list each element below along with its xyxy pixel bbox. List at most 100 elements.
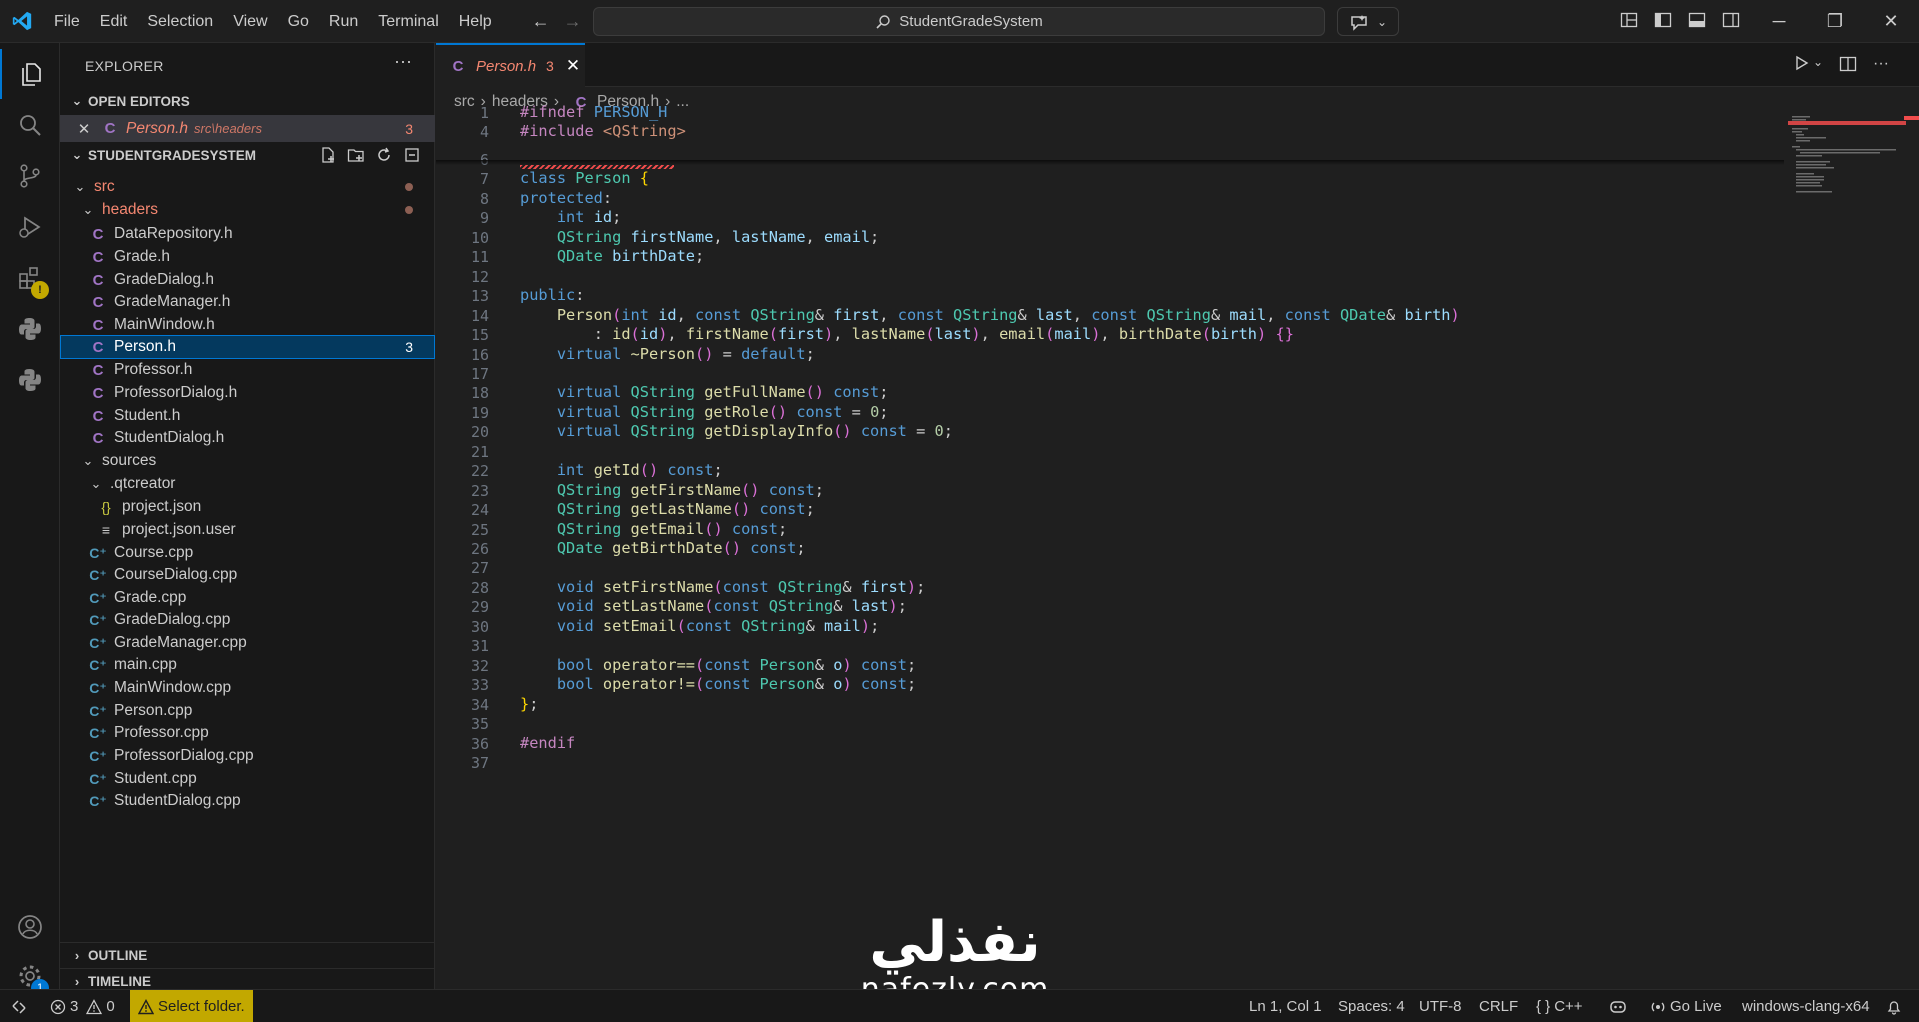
go-live-button[interactable]: Go Live <box>1650 990 1722 1022</box>
python-icon-2[interactable] <box>0 355 60 405</box>
file-item[interactable]: C⁺ StudentDialog.cpp <box>60 789 435 813</box>
back-arrow-icon[interactable]: ← <box>532 11 550 32</box>
open-editors-header[interactable]: ⌄ OPEN EDITORS <box>60 89 435 113</box>
split-editor-icon[interactable] <box>1839 55 1857 78</box>
file-item[interactable]: C⁺ main.cpp <box>60 653 435 677</box>
run-icon[interactable] <box>1793 55 1809 78</box>
file-item[interactable]: C⁺ CourseDialog.cpp <box>60 563 435 587</box>
toggle-primary-sidebar-icon[interactable] <box>1652 9 1674 31</box>
file-item[interactable]: {} project.json <box>60 495 435 519</box>
restore-icon[interactable]: ❐ <box>1807 0 1863 43</box>
code-line[interactable]: virtual QString getRole() const = 0; <box>520 403 889 421</box>
folder-src[interactable]: ⌄ src <box>60 175 435 199</box>
open-editor-item[interactable]: ✕ C Person.h src\headers 3 <box>60 115 435 142</box>
menu-terminal[interactable]: Terminal <box>368 0 448 43</box>
menu-file[interactable]: File <box>44 0 90 43</box>
code-line[interactable]: QString getFirstName() const; <box>520 481 824 499</box>
menu-edit[interactable]: Edit <box>90 0 138 43</box>
code-line[interactable]: void setFirstName(const QString& first); <box>520 578 925 596</box>
code-line[interactable]: void setEmail(const QString& mail); <box>520 617 879 635</box>
cursor-position[interactable]: Ln 1, Col 1 <box>1249 990 1322 1022</box>
file-item[interactable]: C ProfessorDialog.h <box>60 381 435 405</box>
extensions-icon[interactable]: ! <box>0 253 60 303</box>
run-debug-icon[interactable] <box>0 202 60 252</box>
accounts-icon[interactable] <box>0 902 60 952</box>
cmake-config[interactable]: windows-clang-x64 <box>1742 990 1870 1022</box>
file-item[interactable]: C Professor.h <box>60 358 435 382</box>
workspace-header[interactable]: ⌄ STUDENTGRADESYSTEM <box>60 143 435 167</box>
toggle-panel-icon[interactable] <box>1686 9 1708 31</box>
code-line[interactable]: virtual QString getDisplayInfo() const =… <box>520 422 953 440</box>
more-actions-icon[interactable]: ··· <box>1873 55 1889 78</box>
code-line[interactable]: bool operator==(const Person& o) const; <box>520 656 916 674</box>
file-item[interactable]: C GradeDialog.h <box>60 268 435 292</box>
minimize-icon[interactable]: ─ <box>1751 0 1807 43</box>
code-line[interactable]: protected: <box>520 189 612 207</box>
file-item[interactable]: C Grade.h <box>60 245 435 269</box>
folder-headers[interactable]: ⌄ headers <box>60 198 435 222</box>
code-line[interactable]: public: <box>520 286 584 304</box>
close-icon[interactable]: ✕ <box>72 120 96 138</box>
indentation[interactable]: Spaces: 4 <box>1338 990 1405 1022</box>
new-folder-icon[interactable] <box>347 146 365 164</box>
file-item[interactable]: C⁺ Grade.cpp <box>60 586 435 610</box>
file-item[interactable]: C Student.h <box>60 404 435 428</box>
source-control-icon[interactable] <box>0 151 60 201</box>
menu-help[interactable]: Help <box>449 0 502 43</box>
code-line[interactable]: int id; <box>520 208 622 226</box>
end-of-line[interactable]: CRLF <box>1479 990 1518 1022</box>
minimap[interactable] <box>1788 116 1908 196</box>
file-item[interactable]: ≡ project.json.user <box>60 518 435 542</box>
copilot-button[interactable]: ⌄ <box>1337 7 1399 36</box>
collapse-all-icon[interactable] <box>403 146 421 164</box>
python-icon[interactable] <box>0 304 60 354</box>
menu-go[interactable]: Go <box>278 0 319 43</box>
customize-layout-icon[interactable] <box>1618 9 1640 31</box>
code-line[interactable]: virtual QString getFullName() const; <box>520 383 889 401</box>
code-line[interactable]: : id(id), firstName(first), lastName(las… <box>520 325 1294 343</box>
menu-view[interactable]: View <box>223 0 277 43</box>
code-line[interactable]: bool operator!=(const Person& o) const; <box>520 675 916 693</box>
code-line[interactable]: virtual ~Person() = default; <box>520 345 815 363</box>
remote-indicator[interactable] <box>10 990 28 1022</box>
language-mode[interactable]: { } C++ <box>1536 990 1583 1022</box>
notifications-bell-icon[interactable] <box>1886 990 1902 1022</box>
menu-run[interactable]: Run <box>319 0 368 43</box>
file-item[interactable]: C⁺ Person.cpp <box>60 699 435 723</box>
code-line[interactable]: #endif <box>520 734 575 752</box>
file-item[interactable]: C MainWindow.h <box>60 313 435 337</box>
breadcrumb-symbols[interactable]: ... <box>676 93 689 111</box>
code-line[interactable]: class Person { <box>520 169 649 187</box>
code-line[interactable]: }; <box>520 695 538 713</box>
vertical-scrollbar[interactable] <box>1904 116 1919 989</box>
explorer-icon[interactable] <box>0 49 60 99</box>
file-item[interactable]: C GradeManager.h <box>60 290 435 314</box>
code-line[interactable]: QString firstName, lastName, email; <box>520 228 879 246</box>
code-line[interactable]: #ifndef PERSON_H <box>520 103 667 121</box>
refresh-icon[interactable] <box>375 146 393 164</box>
file-item[interactable]: C⁺ GradeDialog.cpp <box>60 608 435 632</box>
problems-indicator[interactable]: 3 0 <box>50 990 115 1022</box>
encoding[interactable]: UTF-8 <box>1419 990 1462 1022</box>
code-line[interactable]: void setLastName(const QString& last); <box>520 597 907 615</box>
close-window-icon[interactable]: ✕ <box>1863 0 1919 43</box>
code-editor[interactable]: 1#ifndef PERSON_H4#include <QString>67cl… <box>436 103 1919 989</box>
file-item[interactable]: C⁺ Student.cpp <box>60 767 435 791</box>
toggle-secondary-sidebar-icon[interactable] <box>1720 9 1742 31</box>
code-line[interactable]: #include <QString> <box>520 122 686 140</box>
code-line[interactable]: QDate birthDate; <box>520 247 704 265</box>
file-item[interactable]: C⁺ GradeManager.cpp <box>60 631 435 655</box>
file-item[interactable]: C⁺ MainWindow.cpp <box>60 676 435 700</box>
file-item[interactable]: C⁺ Course.cpp <box>60 541 435 565</box>
file-item[interactable]: C StudentDialog.h <box>60 426 435 450</box>
new-file-icon[interactable] <box>319 146 337 164</box>
folder-sources[interactable]: ⌄ sources <box>60 449 435 473</box>
file-item[interactable]: C Person.h 3 <box>60 335 435 359</box>
close-tab-icon[interactable]: ✕ <box>566 56 580 76</box>
code-line[interactable]: QString getLastName() const; <box>520 500 815 518</box>
code-line[interactable]: Person(int id, const QString& first, con… <box>520 306 1460 324</box>
copilot-status[interactable] <box>1608 990 1628 1022</box>
file-item[interactable]: C⁺ ProfessorDialog.cpp <box>60 744 435 768</box>
outline-header[interactable]: › OUTLINE <box>60 942 435 968</box>
forward-arrow-icon[interactable]: → <box>564 11 582 32</box>
